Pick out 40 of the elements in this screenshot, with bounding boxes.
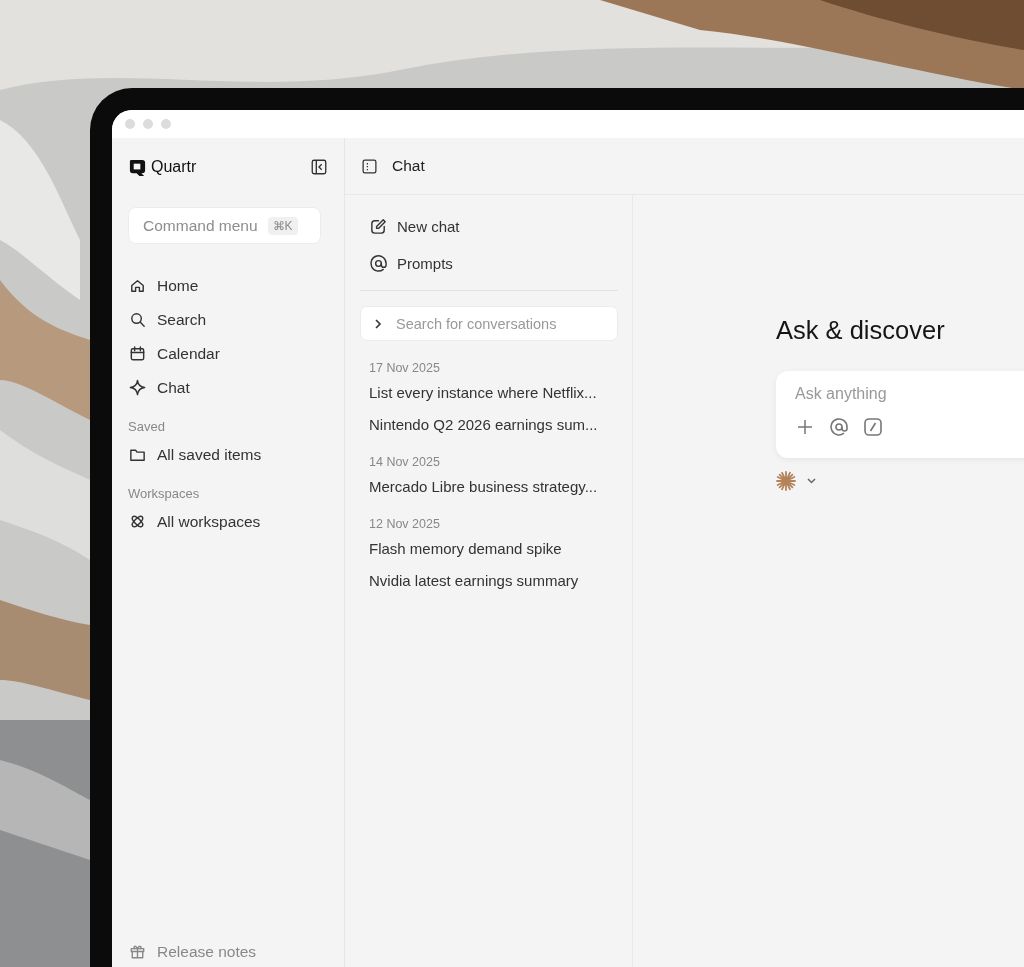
window-dot[interactable] bbox=[143, 119, 153, 129]
search-field[interactable]: Search for conversations bbox=[360, 306, 618, 341]
conversation-item[interactable]: List every instance where Netflix... bbox=[369, 384, 618, 403]
chevron-down-icon[interactable] bbox=[806, 477, 817, 485]
chevron-right-icon bbox=[373, 318, 383, 330]
nav-item[interactable]: Calendar bbox=[128, 342, 328, 365]
prompts-button[interactable]: Prompts bbox=[369, 252, 618, 275]
shortcut-badge: ⌘K bbox=[267, 216, 298, 235]
nav-item[interactable]: Search bbox=[128, 308, 328, 331]
calendar-icon bbox=[128, 344, 147, 363]
conversation-item[interactable]: Flash memory demand spike bbox=[369, 540, 618, 559]
sidebar-collapse-icon[interactable] bbox=[310, 158, 328, 176]
sparkle-icon bbox=[128, 378, 147, 397]
nav-item[interactable]: Home bbox=[128, 274, 328, 297]
section-heading: Saved bbox=[128, 419, 166, 434]
slash-command-icon[interactable] bbox=[863, 417, 883, 437]
page-heading: Ask & discover bbox=[776, 316, 946, 345]
nav-item[interactable]: Chat bbox=[128, 376, 328, 399]
edit-icon bbox=[369, 217, 388, 236]
logo-icon bbox=[128, 157, 147, 177]
conversation-item[interactable]: Mercado Libre business strategy... bbox=[369, 478, 618, 497]
search-icon bbox=[128, 310, 147, 329]
at-icon[interactable] bbox=[829, 417, 849, 437]
date-heading: 17 Nov 2025 bbox=[369, 361, 441, 375]
conversation-item[interactable]: Nintendo Q2 2026 earnings sum... bbox=[369, 416, 618, 435]
brand-logo[interactable]: Quartr bbox=[128, 157, 197, 177]
nav-item[interactable]: All workspaces bbox=[128, 510, 328, 533]
page-title: Chat bbox=[392, 157, 425, 175]
window-dot[interactable] bbox=[125, 119, 135, 129]
date-heading: 14 Nov 2025 bbox=[369, 455, 441, 469]
panel-icon[interactable] bbox=[361, 157, 378, 175]
new-chat-button[interactable]: New chat bbox=[369, 215, 618, 238]
window-dot[interactable] bbox=[161, 119, 171, 129]
plus-icon[interactable] bbox=[795, 417, 815, 437]
starburst-icon[interactable] bbox=[776, 471, 796, 491]
conversation-item[interactable]: Nvidia latest earnings summary bbox=[369, 572, 618, 591]
nav-item[interactable]: All saved items bbox=[128, 443, 328, 466]
section-heading: Workspaces bbox=[128, 486, 201, 501]
date-heading: 12 Nov 2025 bbox=[369, 517, 441, 531]
at-icon bbox=[369, 254, 388, 273]
